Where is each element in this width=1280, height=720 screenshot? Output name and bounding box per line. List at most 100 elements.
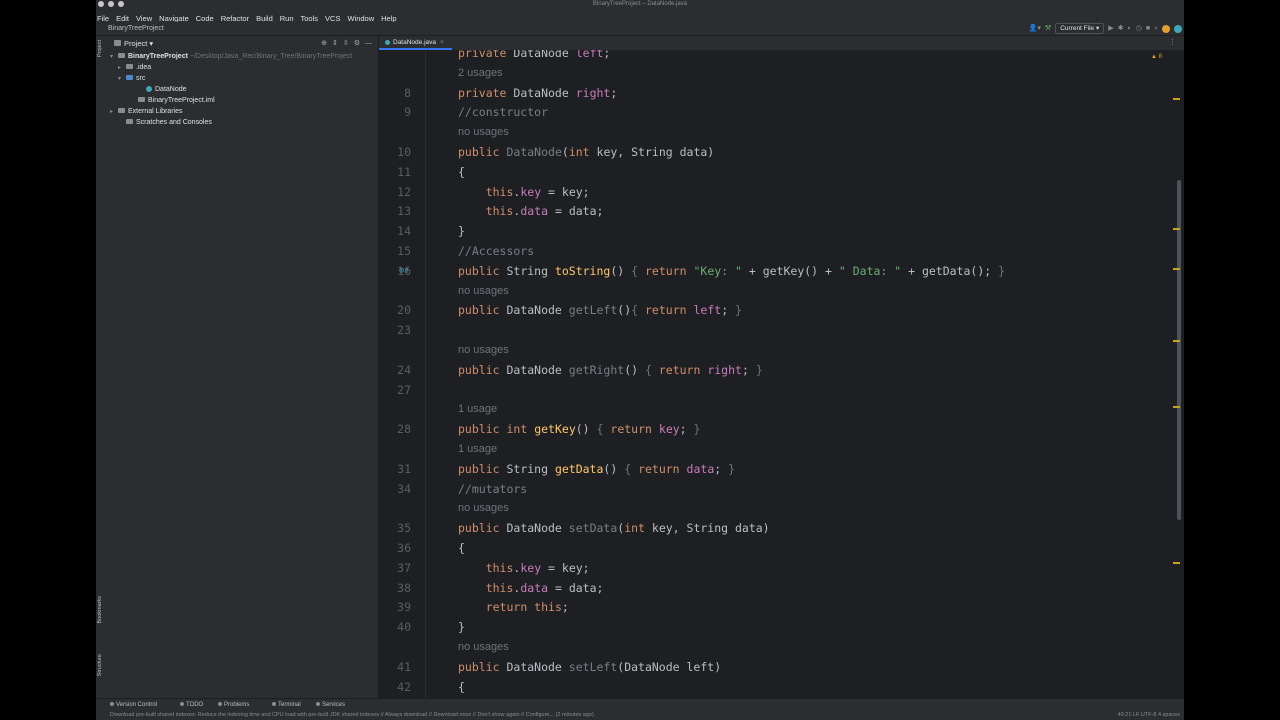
warning-marker[interactable] xyxy=(1173,268,1180,270)
code-text: private DataNode left; xyxy=(458,50,611,60)
line-number[interactable]: 9 xyxy=(379,102,411,122)
line-number[interactable]: 20 xyxy=(379,300,411,320)
stop-icon[interactable]: ■ xyxy=(1146,22,1150,35)
code-text: public DataNode getLeft(){ return left; … xyxy=(458,303,742,318)
run-icon[interactable]: ▶ xyxy=(1108,22,1113,35)
status-bar: Download pre-built shared indexes: Reduc… xyxy=(96,710,1184,720)
inspection-warnings[interactable]: ▲ 8 xyxy=(1151,54,1162,60)
line-number[interactable]: 28 xyxy=(379,419,411,439)
locate-file-icon[interactable]: ⊕ xyxy=(321,40,327,47)
line-number[interactable]: 8 xyxy=(379,83,411,103)
project-tree-item[interactable]: ▾ src xyxy=(108,73,378,84)
project-tree-item[interactable]: ▸ .idea xyxy=(108,62,378,73)
usage-hint: no usages xyxy=(379,281,1169,301)
code-line: 15 //Accessors xyxy=(379,241,1169,261)
line-number[interactable]: 14 xyxy=(379,221,411,241)
usage-hint-text: no usages xyxy=(458,641,509,653)
user-icon[interactable]: 👤▾ xyxy=(1029,22,1041,35)
line-number[interactable]: 36 xyxy=(379,538,411,558)
code-line: 13 this.data = data; xyxy=(379,201,1169,221)
folder-grey-icon xyxy=(118,53,125,58)
line-number[interactable]: 27 xyxy=(379,380,411,400)
structure-tool-button[interactable]: Structure xyxy=(97,654,103,676)
code-line: 42 { xyxy=(379,677,1169,697)
updates-icon[interactable] xyxy=(1162,24,1170,33)
collapse-all-icon[interactable]: ⇕ xyxy=(332,40,338,47)
tab-datanode-java[interactable]: DataNode.java × xyxy=(379,36,452,50)
scrollbar-thumb[interactable] xyxy=(1177,180,1181,520)
warning-marker[interactable] xyxy=(1173,340,1180,342)
settings-gear-icon[interactable]: ⚙ xyxy=(354,40,360,47)
project-tree-item[interactable]: Scratches and Consoles xyxy=(108,117,378,128)
project-panel-actions: ⊕ ⇕ ⇳ ⚙ — xyxy=(316,36,372,51)
line-number[interactable]: 23 xyxy=(379,320,411,340)
line-number[interactable]: 13 xyxy=(379,201,411,221)
code-text: //Accessors xyxy=(458,244,535,258)
warning-marker[interactable] xyxy=(1173,562,1180,564)
tab-menu-icon[interactable]: ⋮ xyxy=(1169,36,1176,50)
line-number[interactable]: 37 xyxy=(379,558,411,578)
line-number[interactable]: 40 xyxy=(379,617,411,637)
project-view-selector[interactable]: Project ▾ xyxy=(114,36,153,51)
line-number[interactable]: 24 xyxy=(379,360,411,380)
indexing-notification[interactable]: Download pre-built shared indexes: Reduc… xyxy=(110,710,594,720)
code-text: { xyxy=(458,164,465,179)
tool-window-label: TODO xyxy=(186,702,204,708)
code-text: { xyxy=(458,679,465,694)
line-number[interactable]: 38 xyxy=(379,578,411,598)
search-icon[interactable]: ⌕ xyxy=(1154,22,1158,35)
line-number[interactable]: 12 xyxy=(379,182,411,202)
build-hammer-icon[interactable]: ⚒ xyxy=(1045,22,1051,35)
tree-item-label: BinaryTreeProject xyxy=(128,53,188,60)
project-tool-button[interactable]: Project xyxy=(97,40,103,57)
warning-marker[interactable] xyxy=(1173,228,1180,230)
tree-item-label: src xyxy=(136,75,146,82)
expand-all-icon[interactable]: ⇳ xyxy=(343,40,349,47)
code-text: } xyxy=(458,224,465,239)
problems-icon xyxy=(218,702,222,706)
code-line: 14} xyxy=(379,221,1169,241)
coverage-icon[interactable]: ◐ xyxy=(1128,22,1132,35)
line-number[interactable]: 34 xyxy=(379,479,411,499)
ide-window: BinaryTreeProject – DataNode.java File Ed… xyxy=(96,0,1184,720)
usage-hint-text: 1 usage xyxy=(458,443,498,455)
line-number[interactable]: 39 xyxy=(379,597,411,617)
line-number[interactable]: 41 xyxy=(379,657,411,677)
line-number[interactable]: 10 xyxy=(379,142,411,162)
project-tree-item[interactable]: ▸ External Libraries xyxy=(108,106,378,117)
usage-hint-text: 2 usages xyxy=(458,66,503,79)
override-gutter-icon[interactable]: ⊙↑ xyxy=(399,261,410,281)
project-tree-item[interactable]: ▾ BinaryTreeProject ~/Desktop/Java_Rec/Bi… xyxy=(108,51,378,62)
main-toolbar: BinaryTreeProject 👤▾ ⚒ Current File ▾ ▶ … xyxy=(96,22,1184,36)
bookmarks-tool-button[interactable]: Bookmarks xyxy=(97,596,103,624)
line-number[interactable]: 15 xyxy=(379,241,411,261)
profile-icon[interactable]: ◷ xyxy=(1136,22,1142,35)
usage-hint-text: no usages xyxy=(458,284,509,297)
cursor-position-info[interactable]: 49:21 LF UTF-8 4 spaces xyxy=(1118,710,1180,720)
usage-hint: no usages xyxy=(379,340,1169,360)
project-breadcrumb[interactable]: BinaryTreeProject xyxy=(108,22,164,35)
code-line: 34 //mutators xyxy=(379,479,1169,499)
debug-icon[interactable]: ✱ xyxy=(1118,22,1124,35)
project-tree-item[interactable]: DataNode xyxy=(108,84,378,95)
code-text: return this; xyxy=(485,600,569,615)
ide-logo-icon[interactable] xyxy=(1174,24,1182,33)
usage-hint-text: no usages xyxy=(458,344,509,356)
code-editor[interactable]: private DataNode left; 2 usages 8 private D… xyxy=(379,50,1184,698)
code-text: //mutators xyxy=(458,481,528,496)
run-configuration-select[interactable]: Current File ▾ xyxy=(1055,23,1105,34)
editor-scrollbar[interactable] xyxy=(1168,50,1184,698)
line-number[interactable]: 31 xyxy=(379,459,411,479)
tool-window-label: Terminal xyxy=(278,702,301,708)
file-icon xyxy=(138,97,145,102)
code-text: public DataNode setData(int key, String … xyxy=(458,521,770,536)
line-number[interactable]: 35 xyxy=(379,518,411,538)
warning-marker[interactable] xyxy=(1173,406,1180,408)
line-number[interactable]: 42 xyxy=(379,677,411,697)
warning-marker[interactable] xyxy=(1173,98,1180,100)
close-tab-icon[interactable]: × xyxy=(440,39,444,46)
folder-icon xyxy=(114,40,121,46)
line-number[interactable]: 11 xyxy=(379,162,411,182)
project-tree-item[interactable]: BinaryTreeProject.iml xyxy=(108,95,378,106)
hide-panel-icon[interactable]: — xyxy=(365,40,372,47)
